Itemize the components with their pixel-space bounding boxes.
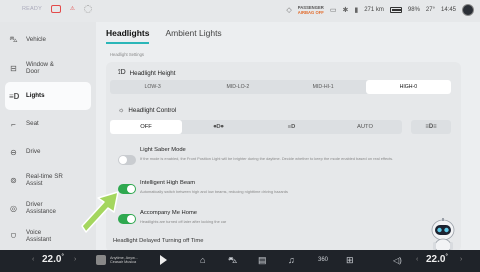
light-saber-mode-description: If the mode is enabled, the Front Positi… xyxy=(140,156,394,161)
bottom-dock: ‹ 22.0° › Anytime, Anyw... Ceasair Music… xyxy=(0,250,480,272)
control-option-position-lights[interactable]: ⦁D⦁ xyxy=(182,120,255,134)
battery-percent: 98% xyxy=(407,7,420,13)
home-icon[interactable]: ⌂ xyxy=(200,255,205,265)
sr-assist-icon: ⊚ xyxy=(10,175,17,185)
left-temp-value: 22.0 xyxy=(42,254,62,265)
car-icon: ⛍ xyxy=(9,35,18,44)
left-temp-decrease-icon[interactable]: ‹ xyxy=(32,256,34,263)
media-artist: Ceasair Musica xyxy=(110,260,137,264)
right-temp-decrease-icon[interactable]: ‹ xyxy=(416,256,418,263)
sidebar-item-label: Voice Assistant xyxy=(26,228,52,244)
passenger-airbag-off-indicator: PASSENGER AIRBAG OFF xyxy=(298,5,324,15)
voice-assistant-icon: ⩌ xyxy=(10,231,17,240)
status-bar: READY ⚠︎ ◇ PASSENGER AIRBAG OFF ▭ ✱ ▮ 27… xyxy=(0,0,480,22)
sidebar-item-label: Driver Assistance xyxy=(26,200,56,216)
sidebar-item-seat[interactable]: ⌐ Seat xyxy=(5,110,91,138)
sidebar-item-label: Seat xyxy=(26,120,39,128)
height-option-high-0[interactable]: HIGH-0 xyxy=(365,80,451,94)
height-option-low-3[interactable]: LOW-3 xyxy=(110,80,195,94)
signal-icon: ▮ xyxy=(354,7,359,14)
right-temperature[interactable]: 22.0° xyxy=(426,254,448,265)
headlight-control-label: Headlight Control xyxy=(128,107,177,114)
right-temp-value: 22.0 xyxy=(426,254,446,265)
lights-icon: ≡D xyxy=(9,91,20,101)
navigation-icon: ◇ xyxy=(286,7,292,14)
control-option-off[interactable]: OFF xyxy=(110,120,182,134)
headlight-control-selector: OFF ⦁D⦁ ≡D AUTO xyxy=(110,120,402,134)
volume-icon[interactable]: ◁) xyxy=(393,256,402,265)
headlight-height-label: Headlight Height xyxy=(129,69,176,77)
tab-ambient-lights[interactable]: Ambient Lights xyxy=(165,28,221,44)
intelligent-high-beam-description: Automatically switch between high and lo… xyxy=(140,189,288,194)
seatbelt-warning-icon: ⚠︎ xyxy=(69,6,75,12)
media-info: Anytime, Anyw... Ceasair Musica xyxy=(110,256,150,265)
sidebar-item-label: Lights xyxy=(26,92,45,100)
control-option-low-beam[interactable]: ≡D xyxy=(255,120,328,134)
left-temp-unit: ° xyxy=(61,254,64,260)
airbag-warning-icon xyxy=(50,5,61,13)
user-avatar[interactable] xyxy=(462,4,474,16)
sidebar-item-label: Real-time SR Assist xyxy=(26,172,63,188)
delayed-off-time-title: Headlight Delayed Turning off Time xyxy=(113,238,204,244)
grid-menu-icon[interactable]: ⊞ xyxy=(346,255,354,266)
window-door-icon: ⊟ xyxy=(10,63,17,73)
car-dock-icon[interactable]: ⛍ xyxy=(228,255,237,267)
robot-assistant-icon[interactable] xyxy=(428,218,458,254)
ready-indicator: READY xyxy=(22,6,42,12)
tab-bar: Headlights Ambient Lights xyxy=(106,28,222,44)
height-option-mid-lo-2[interactable]: MID-LO-2 xyxy=(195,80,280,94)
sidebar-item-label: Vehicle xyxy=(26,36,46,44)
apps-icon[interactable]: ▤ xyxy=(258,255,267,266)
album-art xyxy=(96,255,106,265)
battery-icon xyxy=(389,7,402,13)
sidebar-item-driver-assistance[interactable]: ◎ Driver Assistance xyxy=(5,194,91,222)
headlight-height-icon: ⟟D xyxy=(118,69,126,76)
section-caption: Headlight Settings xyxy=(110,52,144,57)
light-saber-mode-title: Light Saber Mode xyxy=(140,147,186,153)
music-icon[interactable]: ♫ xyxy=(288,255,295,265)
light-saber-mode-toggle[interactable] xyxy=(118,155,136,165)
tab-headlights[interactable]: Headlights xyxy=(106,28,150,44)
play-icon[interactable] xyxy=(160,255,167,265)
control-option-fog-lights[interactable]: ≡D≡ xyxy=(411,120,451,134)
accompany-me-home-title: Accompany Me Home xyxy=(140,210,198,216)
headlight-control-title: ☼ Headlight Control xyxy=(118,107,176,114)
sidebar-item-lights[interactable]: ≡D Lights xyxy=(5,82,91,110)
media-title: Anytime, Anyw... xyxy=(110,255,138,260)
camera-360-icon[interactable]: 360 xyxy=(318,257,328,263)
right-temp-unit: ° xyxy=(445,254,448,260)
range-text: 271 km xyxy=(364,7,384,13)
sun-icon: ☼ xyxy=(118,107,125,114)
airbag-line-2: AIRBAG OFF xyxy=(297,10,324,15)
height-option-mid-hi-1[interactable]: MID-HI-1 xyxy=(281,80,366,94)
sidebar-item-vehicle[interactable]: ⛍ Vehicle xyxy=(5,26,91,54)
clock: 14:45 xyxy=(440,7,456,13)
headlight-height-title: ⟟D Headlight Height xyxy=(118,69,175,77)
bluetooth-icon: ✱ xyxy=(342,7,349,14)
sidebar-item-real-time-sr-assist[interactable]: ⊚ Real-time SR Assist xyxy=(5,166,91,194)
left-temp-increase-icon[interactable]: › xyxy=(74,256,76,263)
sidebar-item-window-door[interactable]: ⊟ Window & Door xyxy=(5,54,91,82)
right-temp-increase-icon[interactable]: › xyxy=(460,256,462,263)
left-temperature[interactable]: 22.0° xyxy=(42,254,64,265)
pointer-arrow-annotation xyxy=(81,191,119,233)
sidebar-item-label: Window & Door xyxy=(26,60,54,76)
driver-assistance-icon: ◎ xyxy=(10,203,17,213)
sidebar-item-voice-assistant[interactable]: ⩌ Voice Assistant xyxy=(5,222,91,250)
seat-icon: ⌐ xyxy=(11,119,16,129)
steering-wheel-icon: ⊖ xyxy=(10,147,17,157)
sidebar-item-label: Drive xyxy=(26,148,41,156)
media-player[interactable]: Anytime, Anyw... Ceasair Musica xyxy=(96,255,167,265)
sidebar-item-drive[interactable]: ⊖ Drive xyxy=(5,138,91,166)
outside-temp: 27° xyxy=(425,7,435,13)
drive-mode-icon xyxy=(83,5,92,13)
accompany-me-home-description: Headlights are turned off later after lo… xyxy=(140,219,227,224)
control-option-auto[interactable]: AUTO xyxy=(328,120,402,134)
camera-icon: ▭ xyxy=(329,7,337,14)
intelligent-high-beam-title: Intelligent High Beam xyxy=(140,180,196,186)
headlight-height-selector: LOW-3 MID-LO-2 MID-HI-1 HIGH-0 xyxy=(110,80,451,94)
